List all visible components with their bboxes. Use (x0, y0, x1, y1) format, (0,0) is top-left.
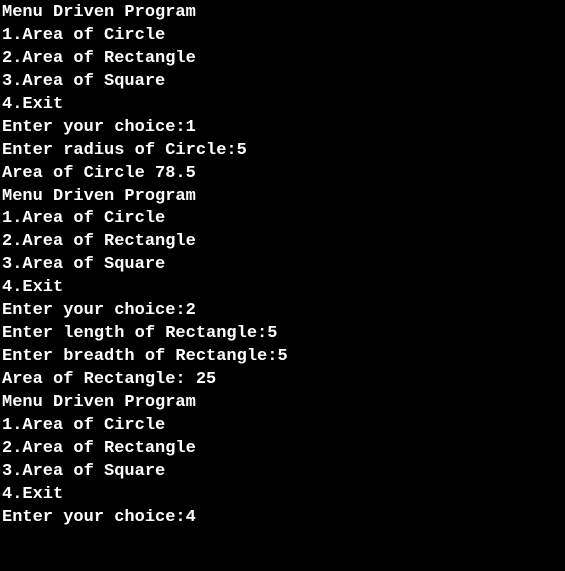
console-line: Area of Rectangle: 25 (2, 369, 565, 392)
console-line: 4.Exit (2, 484, 565, 507)
console-output: Menu Driven Program 1.Area of Circle 2.A… (2, 2, 565, 530)
console-line: 3.Area of Square (2, 71, 565, 94)
console-line: 1.Area of Circle (2, 208, 565, 231)
console-line: 1.Area of Circle (2, 25, 565, 48)
console-line: 4.Exit (2, 277, 565, 300)
console-line: Enter breadth of Rectangle:5 (2, 346, 565, 369)
console-line: 1.Area of Circle (2, 415, 565, 438)
console-line: Enter your choice:1 (2, 117, 565, 140)
console-line: 2.Area of Rectangle (2, 48, 565, 71)
console-line: Enter your choice:2 (2, 300, 565, 323)
console-line: Menu Driven Program (2, 392, 565, 415)
console-line: Enter your choice:4 (2, 507, 565, 530)
console-line: Menu Driven Program (2, 186, 565, 209)
console-line: 3.Area of Square (2, 461, 565, 484)
console-line: 4.Exit (2, 94, 565, 117)
console-line: Enter radius of Circle:5 (2, 140, 565, 163)
console-line: 2.Area of Rectangle (2, 231, 565, 254)
console-line: Area of Circle 78.5 (2, 163, 565, 186)
console-line: Enter length of Rectangle:5 (2, 323, 565, 346)
console-line: 2.Area of Rectangle (2, 438, 565, 461)
console-line: Menu Driven Program (2, 2, 565, 25)
console-line: 3.Area of Square (2, 254, 565, 277)
